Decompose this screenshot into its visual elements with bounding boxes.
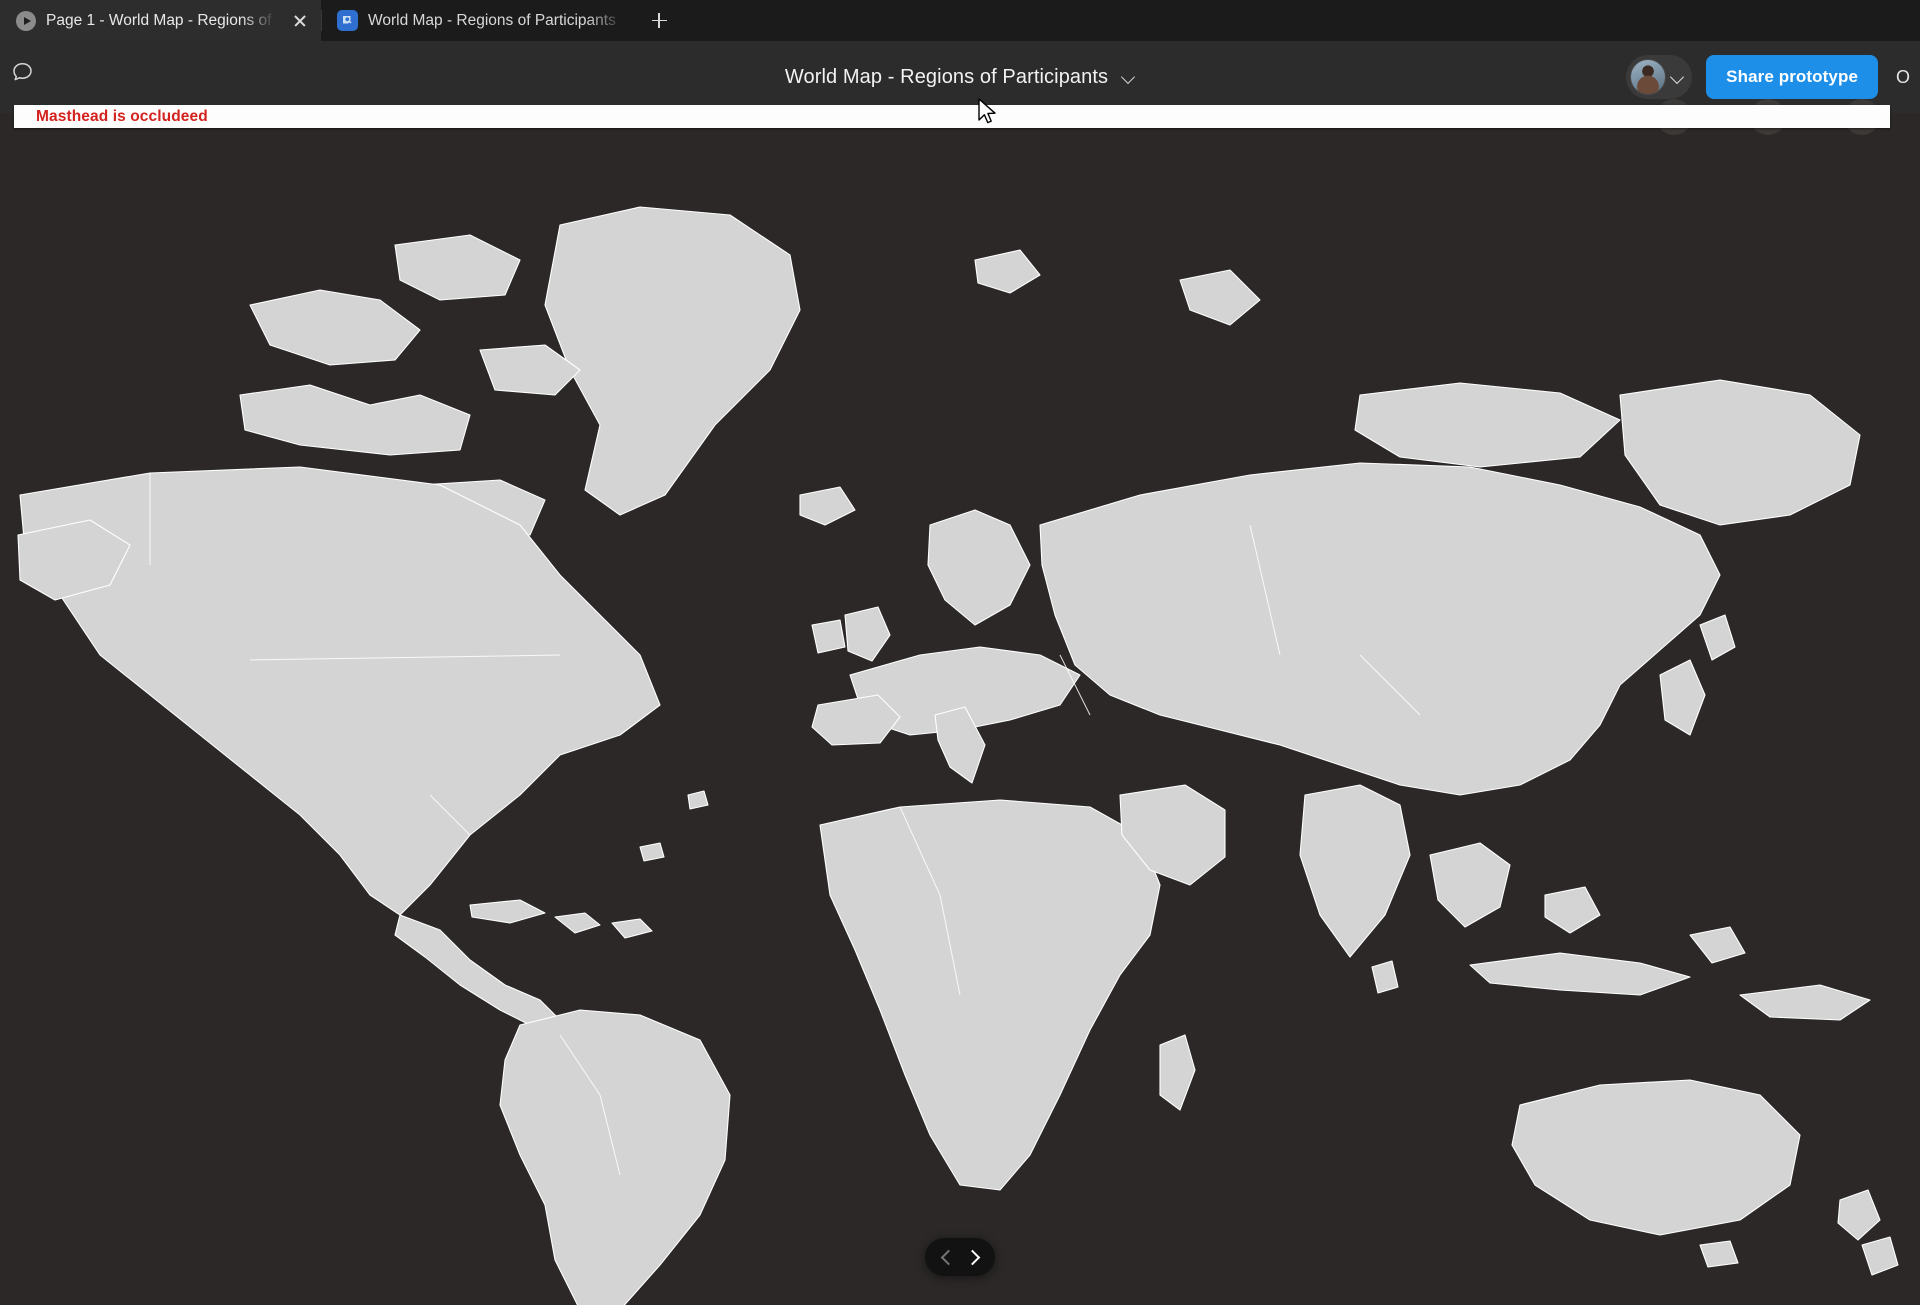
chevron-right-icon[interactable] — [963, 1247, 983, 1267]
chevron-left-icon[interactable] — [937, 1247, 957, 1267]
browser-tab-1-label: World Map - Regions of Participants — [368, 11, 616, 29]
prototype-canvas[interactable] — [0, 113, 1920, 1305]
figma-file-icon — [337, 10, 358, 31]
comment-bubble-icon[interactable] — [8, 57, 38, 87]
avatar-menu-button[interactable] — [1626, 55, 1693, 99]
avatar — [1630, 59, 1667, 95]
close-icon[interactable] — [289, 10, 311, 32]
frame-navigation-pill — [925, 1238, 995, 1276]
prototype-toolbar: World Map - Regions of Participants Shar… — [0, 41, 1920, 113]
browser-tab-0-label: Page 1 - World Map - Regions of Pa — [46, 11, 279, 29]
browser-tab-1[interactable]: World Map - Regions of Participants — [321, 0, 638, 41]
chevron-down-icon[interactable] — [1670, 70, 1684, 84]
new-tab-button[interactable] — [638, 0, 680, 41]
page-title: World Map - Regions of Participants — [784, 65, 1109, 88]
figma-prototype-window: Page 1 - World Map - Regions of Pa World… — [0, 0, 1920, 1305]
occlusion-warning-text: Masthead is occludeed — [36, 107, 208, 125]
browser-tab-0[interactable]: Page 1 - World Map - Regions of Pa — [0, 0, 321, 41]
share-prototype-button[interactable]: Share prototype — [1706, 55, 1878, 99]
play-circle-icon — [16, 10, 36, 31]
overflow-menu-label[interactable]: O — [1896, 67, 1920, 88]
chevron-down-icon[interactable] — [1122, 71, 1135, 84]
occlusion-warning-banner: Masthead is occludeed — [14, 105, 1890, 128]
world-map-graphic — [0, 113, 1920, 1305]
browser-tab-strip: Page 1 - World Map - Regions of Pa World… — [0, 0, 1920, 41]
